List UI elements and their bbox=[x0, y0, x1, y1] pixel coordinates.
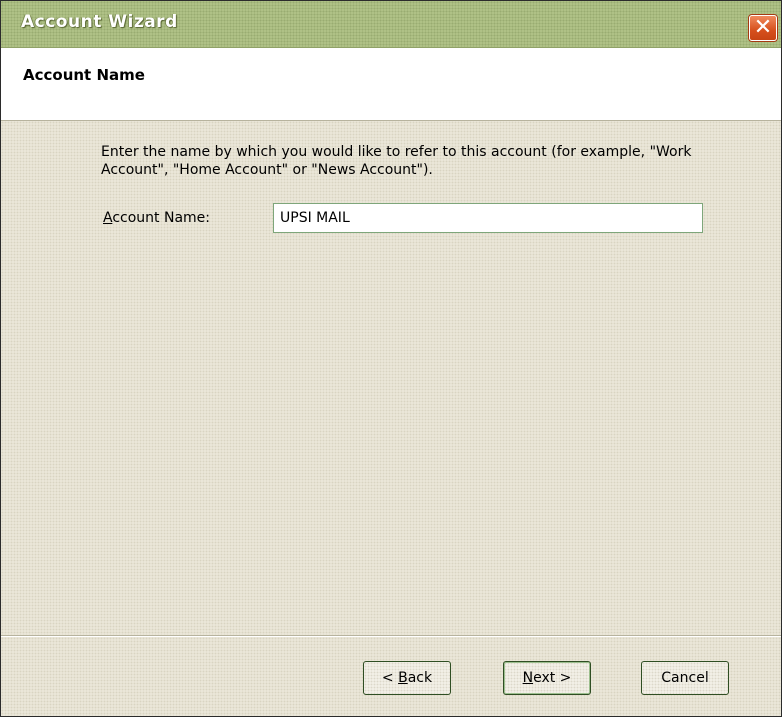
account-wizard-dialog: Account Wizard ✕ Account Name Enter the … bbox=[0, 0, 782, 717]
account-name-input[interactable] bbox=[273, 203, 703, 233]
account-name-label: Account Name: bbox=[103, 210, 210, 226]
back-button-mnemonic: B bbox=[398, 670, 408, 686]
page-title: Account Name bbox=[23, 66, 145, 84]
footer-divider bbox=[1, 635, 781, 637]
cancel-button[interactable]: Cancel bbox=[641, 661, 729, 695]
wizard-header: Account Name bbox=[1, 48, 781, 121]
back-button-text: ack bbox=[407, 670, 433, 686]
back-button[interactable]: < Back bbox=[363, 661, 451, 695]
instructions-text: Enter the name by which you would like t… bbox=[101, 144, 692, 178]
title-bar[interactable]: Account Wizard ✕ bbox=[1, 1, 781, 48]
window-title: Account Wizard bbox=[21, 12, 178, 32]
account-name-label-text: ccount Name: bbox=[112, 210, 211, 226]
close-button[interactable]: ✕ bbox=[749, 15, 777, 41]
close-icon: ✕ bbox=[753, 15, 773, 40]
back-button-prefix: < bbox=[381, 670, 399, 686]
account-name-label-mnemonic: A bbox=[103, 210, 113, 226]
next-button[interactable]: Next > bbox=[503, 661, 591, 695]
next-button-text: ext > bbox=[533, 670, 572, 686]
next-button-mnemonic: N bbox=[522, 670, 534, 686]
